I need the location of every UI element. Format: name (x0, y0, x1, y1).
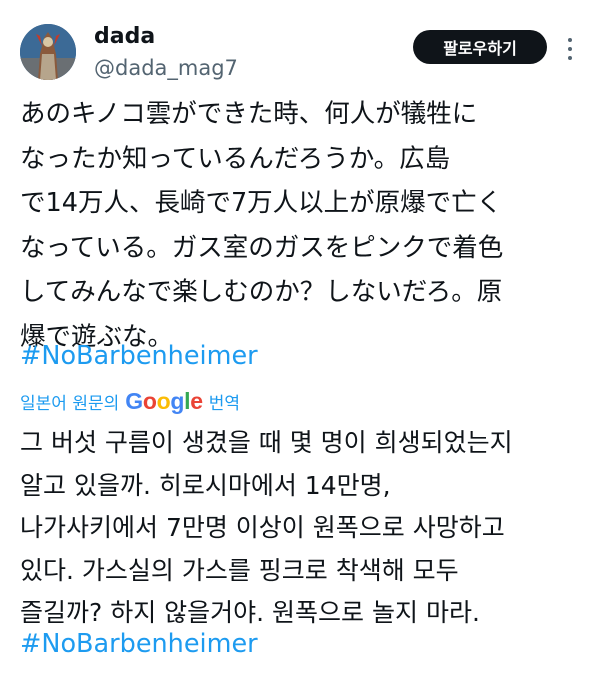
translated-hashtag-link[interactable]: #NoBarbenheimer (20, 626, 258, 662)
translate-suffix: 번역 (208, 393, 240, 414)
avatar-image (20, 24, 76, 80)
more-vertical-icon[interactable] (563, 36, 577, 62)
google-logo: Google (125, 387, 203, 415)
display-name[interactable]: dada (94, 24, 155, 49)
translated-text: 그 버섯 구름이 생겼을 때 몇 명이 희생되었는지 알고 있을까. 히로시마에… (20, 428, 513, 628)
google-letter: o (156, 387, 171, 414)
google-letter: g (170, 387, 185, 414)
tweet-text: あのキノコ雲ができた時、何人が犠牲に なったか知っているんだろうか。広島 で14… (20, 99, 504, 352)
google-letter: o (142, 387, 157, 414)
google-letter: e (190, 387, 203, 414)
user-handle[interactable]: @dada_mag7 (94, 56, 238, 80)
follow-button[interactable]: 팔로우하기 (413, 30, 547, 64)
translate-prefix: 일본어 원문의 (20, 393, 120, 414)
hashtag-link[interactable]: #NoBarbenheimer (20, 338, 258, 374)
translate-attribution[interactable]: 일본어 원문의 Google 번역 (20, 386, 240, 416)
avatar[interactable] (20, 24, 76, 80)
google-letter: G (125, 387, 143, 414)
